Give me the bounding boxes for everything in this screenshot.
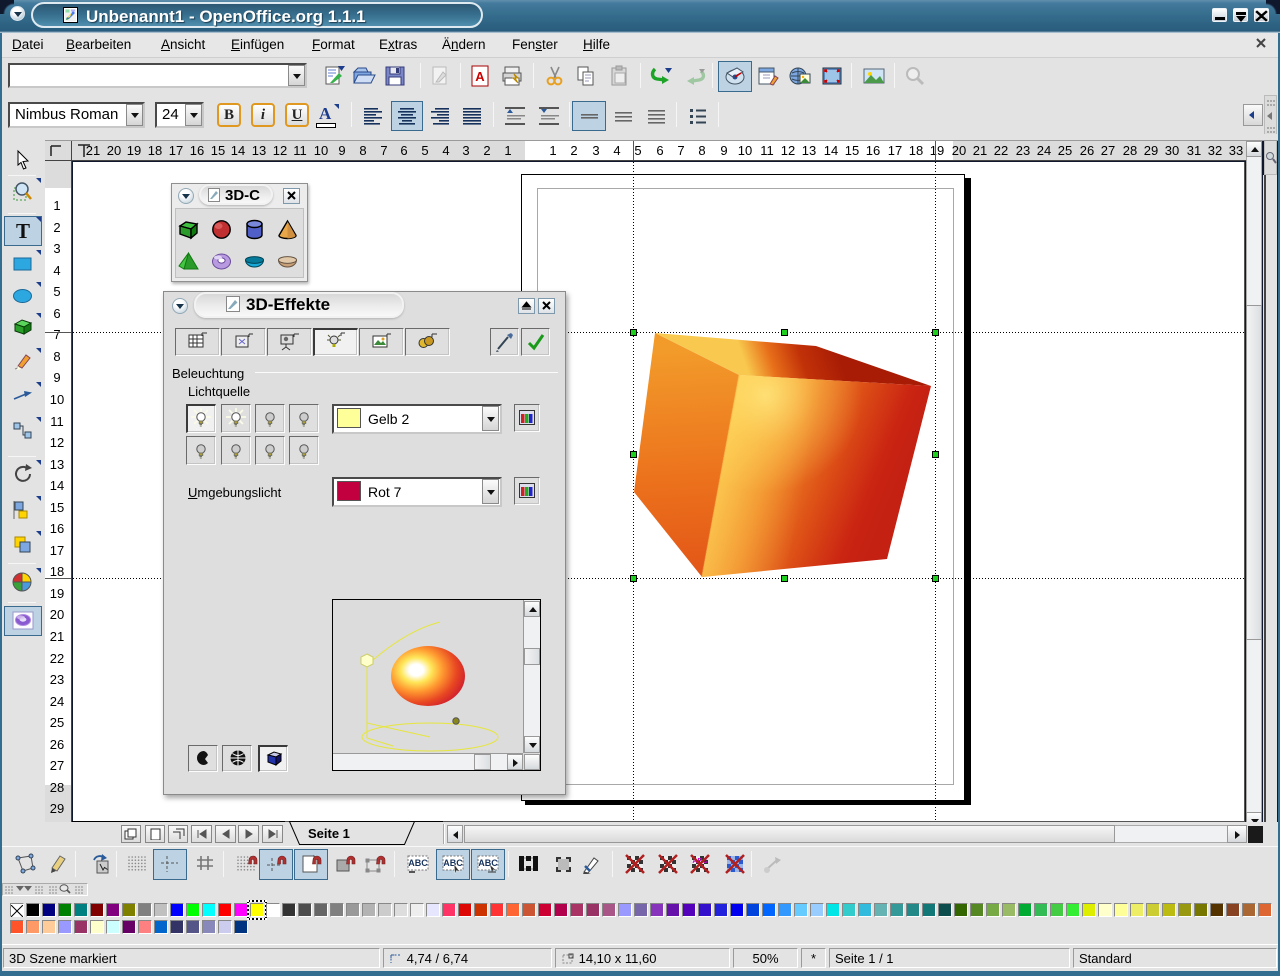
svg-text:A: A bbox=[475, 69, 485, 84]
svg-text:ABC: ABC bbox=[443, 858, 463, 868]
svg-text:ABC: ABC bbox=[478, 858, 498, 868]
svg-text:ABC: ABC bbox=[408, 858, 428, 868]
svg-text:T: T bbox=[16, 219, 30, 243]
